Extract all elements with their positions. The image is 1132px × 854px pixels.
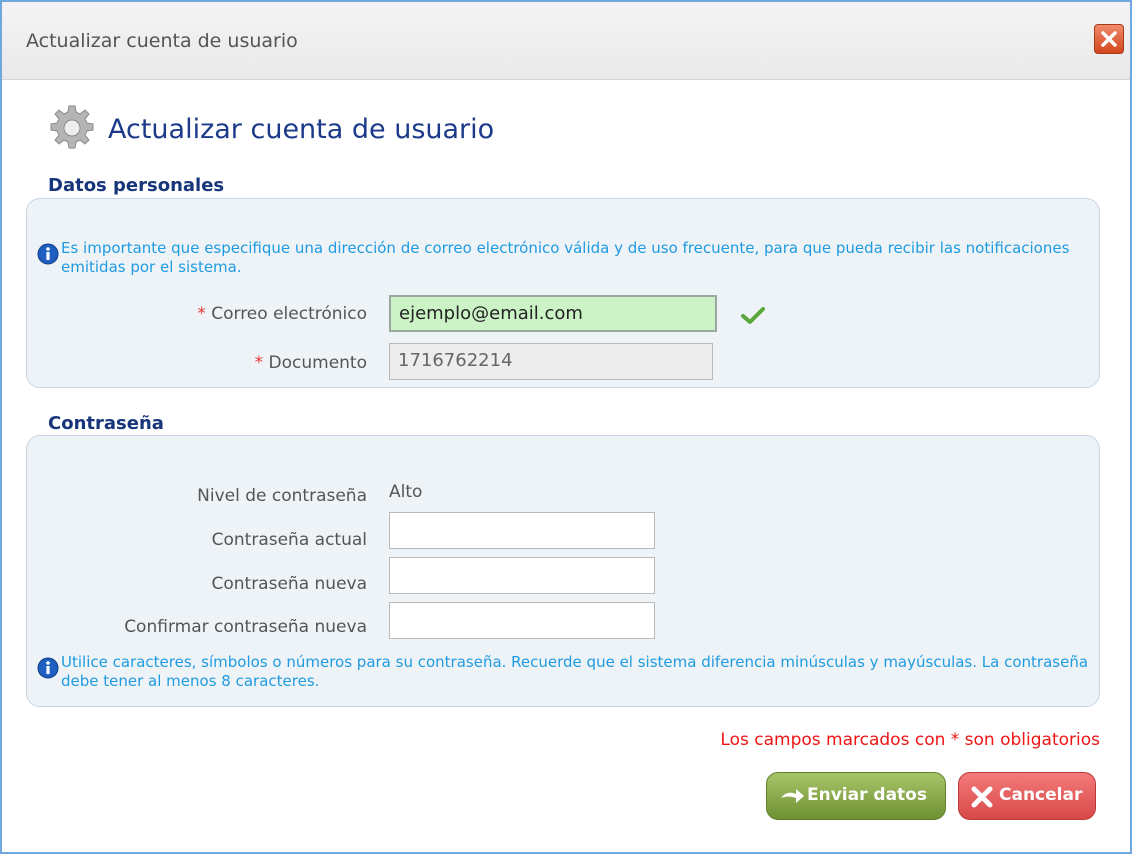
password-panel: Nivel de contraseña Alto Contraseña actu… xyxy=(26,435,1100,707)
section-title-password: Contraseña xyxy=(48,413,164,434)
close-icon xyxy=(1101,31,1117,47)
current-password-field[interactable] xyxy=(389,512,655,549)
new-password-label: Contraseña nueva xyxy=(211,574,367,594)
page-title: Actualizar cuenta de usuario xyxy=(108,114,495,145)
cancel-x-icon xyxy=(971,786,993,808)
window-title: Actualizar cuenta de usuario xyxy=(26,30,298,52)
current-password-label: Contraseña actual xyxy=(211,530,367,550)
required-mark: * xyxy=(254,353,264,373)
required-mark: * xyxy=(197,304,206,324)
password-level-value: Alto xyxy=(389,482,423,502)
cancel-button[interactable]: Cancelar xyxy=(958,772,1096,820)
email-label: * Correo electrónico xyxy=(87,304,367,324)
document-field: 1716762214 xyxy=(389,343,713,380)
password-info-note: Utilice caracteres, símbolos o números p… xyxy=(37,653,1093,691)
close-button[interactable] xyxy=(1094,24,1124,54)
required-fields-note: Los campos marcados con * son obligatori… xyxy=(720,730,1100,750)
dialog-window: Actualizar cuenta de usuario Actualizar … xyxy=(0,0,1132,854)
document-label-text: Documento xyxy=(268,353,367,373)
document-label: * Documento xyxy=(87,353,367,373)
confirm-password-field[interactable] xyxy=(389,602,655,639)
email-info-text: Es importante que especifique una direcc… xyxy=(61,239,1070,276)
info-icon xyxy=(37,243,59,265)
send-arrow-icon xyxy=(781,789,804,803)
title-bar: Actualizar cuenta de usuario xyxy=(2,2,1130,80)
password-info-text: Utilice caracteres, símbolos o números p… xyxy=(61,653,1089,690)
personal-data-panel: Es importante que especifique una direcc… xyxy=(26,198,1100,388)
gear-icon xyxy=(50,105,94,149)
email-info-note: Es importante que especifique una direcc… xyxy=(37,239,1093,277)
new-password-field[interactable] xyxy=(389,557,655,594)
email-label-text: Correo electrónico xyxy=(211,304,367,324)
send-button[interactable]: Enviar datos xyxy=(766,772,946,820)
cancel-button-label: Cancelar xyxy=(999,785,1083,805)
section-title-personal: Datos personales xyxy=(48,175,225,196)
info-icon xyxy=(37,657,59,679)
email-field[interactable]: ejemplo@email.com xyxy=(389,295,717,332)
confirm-password-label: Confirmar contraseña nueva xyxy=(124,617,367,637)
send-button-label: Enviar datos xyxy=(807,785,927,805)
password-level-label: Nivel de contraseña xyxy=(197,486,367,506)
checkmark-icon xyxy=(741,307,765,324)
